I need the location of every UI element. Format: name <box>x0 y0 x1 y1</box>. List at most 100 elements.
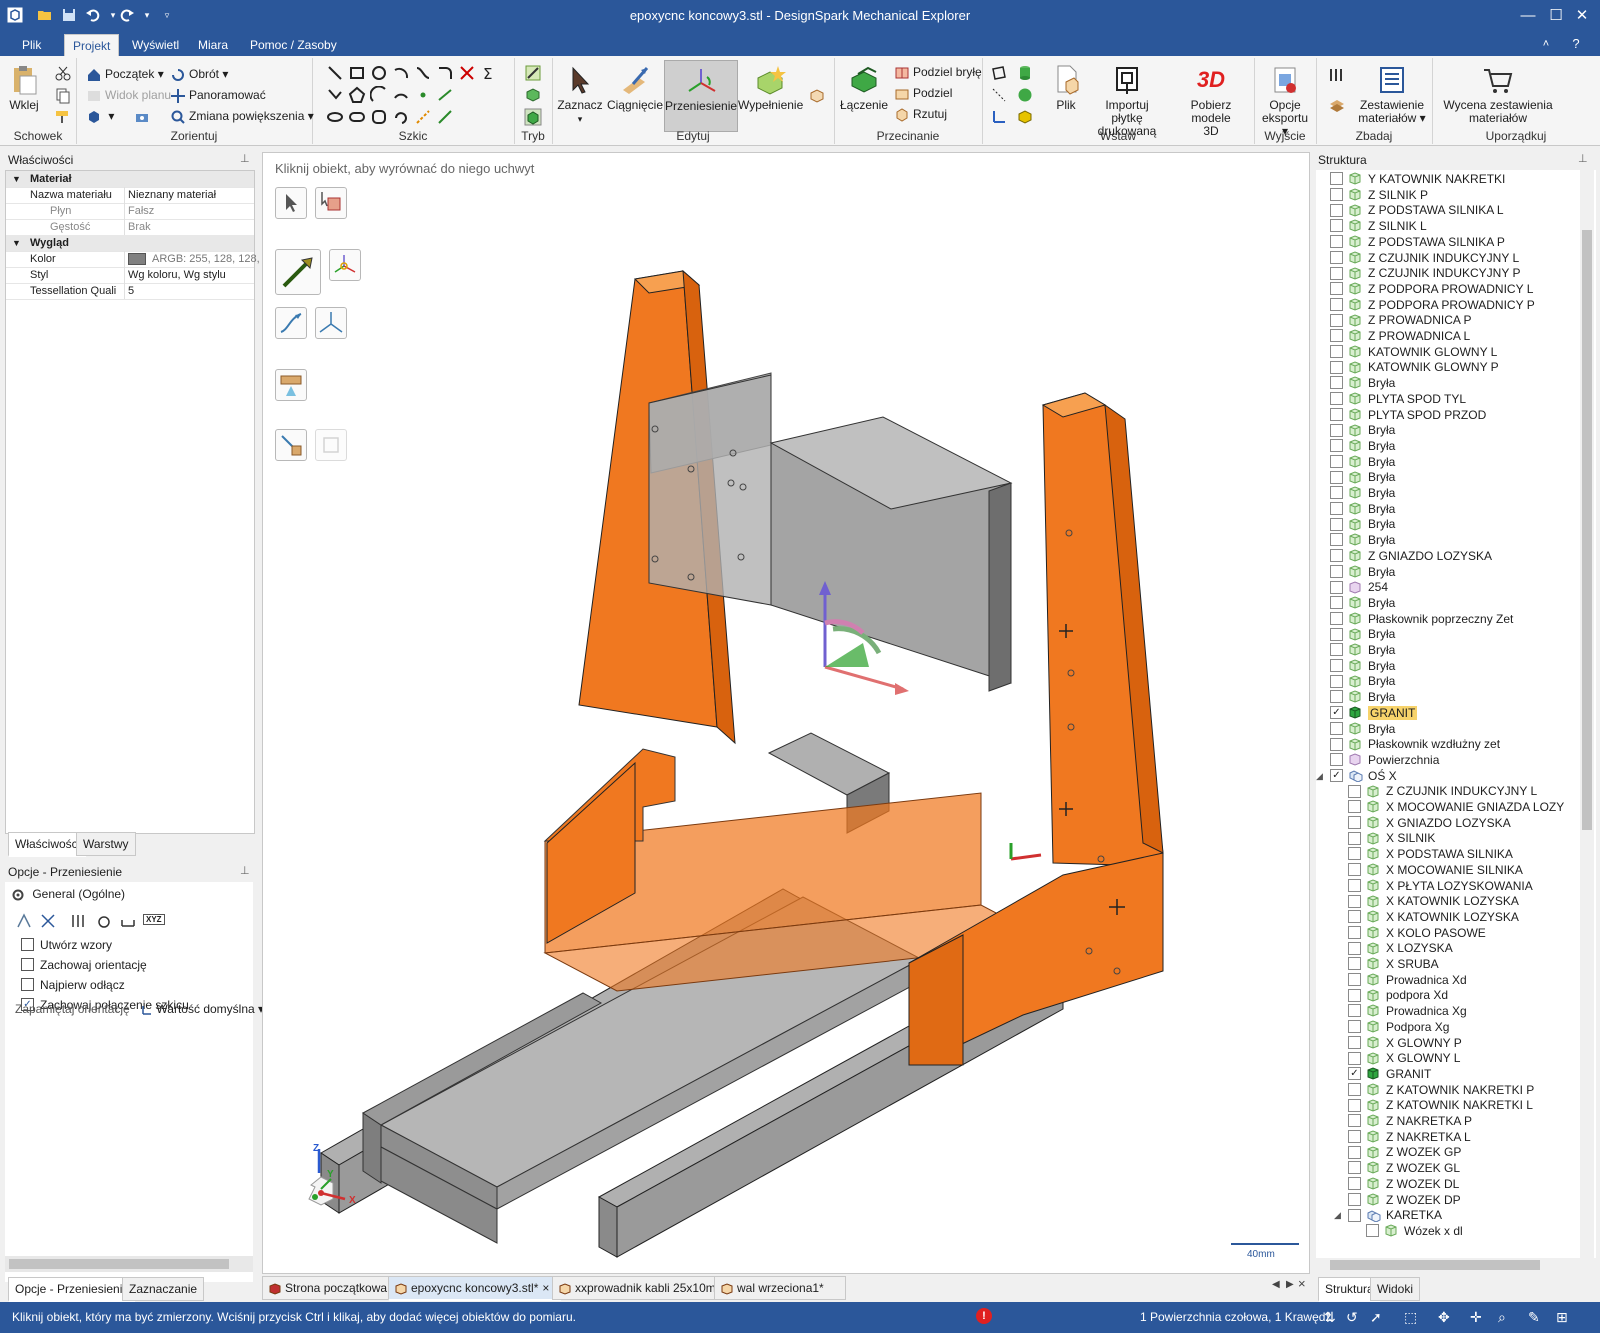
tangent-arc-icon[interactable] <box>370 86 388 104</box>
visibility-checkbox[interactable] <box>1348 957 1361 971</box>
tree-item[interactable]: Bryła <box>1330 673 1395 689</box>
plan-view-button[interactable]: Widok planu <box>86 85 171 105</box>
tree-item[interactable]: Bryła <box>1330 532 1395 548</box>
tree-item[interactable]: Z CZUJNIK INDUKCYJNY L <box>1348 783 1537 799</box>
visibility-checkbox[interactable] <box>1330 392 1343 406</box>
model-view[interactable] <box>263 153 1309 1273</box>
tree-item[interactable]: Y KATOWNIK NAKRETKI <box>1330 171 1505 187</box>
option-checkbox-row[interactable]: Najpierw odłącz <box>21 976 125 994</box>
property-category[interactable]: ▼ Wygląd <box>6 235 254 252</box>
visibility-checkbox[interactable] <box>1330 219 1343 233</box>
visibility-checkbox[interactable] <box>1348 831 1361 845</box>
option-checkbox-row[interactable]: Utwórz wzory <box>21 936 112 954</box>
checkbox[interactable] <box>21 938 34 952</box>
spline-icon[interactable] <box>414 64 432 82</box>
tab-selection[interactable]: Zaznaczanie <box>122 1277 205 1301</box>
tree-item[interactable]: Bryła <box>1330 564 1395 580</box>
visibility-checkbox[interactable] <box>1348 1177 1361 1191</box>
pin-icon[interactable]: ⊥ <box>240 152 250 165</box>
visibility-checkbox[interactable] <box>1348 1035 1361 1049</box>
bom-button[interactable]: Zestawienie materiałów ▾ <box>1354 64 1430 125</box>
visibility-checkbox[interactable] <box>1348 847 1361 861</box>
tab-projekt[interactable]: Projekt <box>64 34 120 57</box>
tree-item[interactable]: Bryła <box>1330 485 1395 501</box>
anchor-icon[interactable] <box>15 912 33 930</box>
visibility-checkbox[interactable] <box>1348 988 1361 1002</box>
visibility-checkbox[interactable] <box>1330 470 1343 484</box>
visibility-checkbox[interactable] <box>1348 1020 1361 1034</box>
tab-pomoc[interactable]: Pomoc / Zasoby <box>242 34 345 56</box>
property-value[interactable]: ARGB: 255, 128, 128, 1 <box>124 251 264 267</box>
blend-icon[interactable] <box>808 86 826 104</box>
visibility-checkbox[interactable]: ✓ <box>1330 768 1343 782</box>
tree-item[interactable]: X GLOWNY P <box>1348 1035 1462 1051</box>
bend-icon[interactable] <box>436 108 454 126</box>
tab-move-options[interactable]: Opcje - Przeniesienie <box>8 1277 137 1302</box>
visibility-checkbox[interactable] <box>1330 188 1343 202</box>
rounded-rect-icon[interactable] <box>370 108 388 126</box>
axis-icon[interactable] <box>990 86 1008 104</box>
tree-item[interactable]: Bryła <box>1330 469 1395 485</box>
option-checkbox-row[interactable]: Zachowaj orientację <box>21 956 147 974</box>
cylinder-icon[interactable] <box>1016 64 1034 82</box>
visibility-checkbox[interactable] <box>1330 313 1343 327</box>
visibility-checkbox[interactable] <box>1348 800 1361 814</box>
tree-item[interactable]: Powierzchnia <box>1330 752 1439 768</box>
select-button[interactable]: Zaznacz ▾ <box>554 64 606 126</box>
visibility-checkbox[interactable] <box>1348 1145 1361 1159</box>
sum-icon[interactable]: Σ <box>480 64 498 82</box>
tree-item[interactable]: X LOZYSKA <box>1348 940 1453 956</box>
visibility-checkbox[interactable] <box>1348 941 1361 955</box>
visibility-checkbox[interactable] <box>1330 407 1343 421</box>
tree-item[interactable]: Płaskownik wzdłużny zet <box>1330 736 1500 752</box>
visibility-checkbox[interactable] <box>1330 659 1343 673</box>
visibility-checkbox[interactable] <box>1348 816 1361 830</box>
tree-item[interactable]: 254 <box>1330 579 1388 595</box>
visibility-checkbox[interactable] <box>1330 627 1343 641</box>
xyz-icon[interactable]: XYZ <box>143 914 165 925</box>
tree-item[interactable]: X SILNIK <box>1348 830 1435 846</box>
tab-views[interactable]: Widoki <box>1370 1277 1421 1301</box>
origin-icon[interactable] <box>990 108 1008 126</box>
visibility-checkbox[interactable] <box>1330 721 1343 735</box>
sketch-mode-icon[interactable] <box>524 64 542 82</box>
visibility-checkbox[interactable] <box>1348 784 1361 798</box>
visibility-checkbox[interactable] <box>1330 753 1343 767</box>
visibility-checkbox[interactable] <box>1330 517 1343 531</box>
tree-component[interactable]: ◢ ✓ OŚ X <box>1316 768 1397 784</box>
split-button[interactable]: Podziel <box>894 83 952 103</box>
visibility-checkbox[interactable] <box>1330 690 1343 704</box>
visibility-checkbox[interactable] <box>1330 533 1343 547</box>
visibility-checkbox[interactable] <box>1366 1224 1379 1238</box>
visibility-checkbox[interactable] <box>1330 172 1343 186</box>
property-row[interactable]: Styl Wg koloru, Wg stylu <box>6 267 254 284</box>
property-value[interactable]: Brak <box>124 219 264 235</box>
sphere-icon[interactable] <box>1016 86 1034 104</box>
visibility-checkbox[interactable] <box>1330 345 1343 359</box>
visibility-checkbox[interactable] <box>1330 737 1343 751</box>
combine-button[interactable]: Łączenie <box>838 64 890 112</box>
tree-item[interactable]: X MOCOWANIE SILNIKA <box>1348 862 1523 878</box>
tree-item[interactable]: Z PROWADNICA P <box>1330 312 1472 328</box>
slot-icon[interactable] <box>348 108 366 126</box>
tree-item[interactable]: Bryła <box>1330 375 1395 391</box>
tree-item[interactable]: X MOCOWANIE GNIAZDA LOZY <box>1348 799 1564 815</box>
fillet-icon[interactable] <box>436 64 454 82</box>
remember-orientation-dropdown[interactable]: Wartość domyślna ▾ <box>141 1002 264 1016</box>
property-value[interactable]: Fałsz <box>124 203 264 219</box>
tree-item[interactable]: X PŁYTA LOZYSKOWANIA <box>1348 878 1533 894</box>
tree-item[interactable]: Bryła <box>1330 658 1395 674</box>
visibility-checkbox[interactable]: ✓ <box>1348 1067 1361 1081</box>
tree-item[interactable]: X KATOWNIK LOZYSKA <box>1348 893 1519 909</box>
visibility-checkbox[interactable] <box>1330 643 1343 657</box>
undo-select-icon[interactable]: ↺ <box>1346 1309 1358 1326</box>
sketch-view-icon[interactable]: ✎ <box>1528 1309 1540 1326</box>
visibility-checkbox[interactable] <box>1330 360 1343 374</box>
measure-icon[interactable] <box>1328 66 1346 84</box>
property-row[interactable]: Kolor ARGB: 255, 128, 128, 1 <box>6 251 264 268</box>
view-options-icon[interactable]: ⊞ <box>1556 1309 1568 1326</box>
visibility-checkbox[interactable] <box>1330 611 1343 625</box>
plane-icon[interactable] <box>990 64 1008 82</box>
line-icon[interactable] <box>326 64 344 82</box>
tree-item[interactable]: Bryła <box>1330 626 1395 642</box>
